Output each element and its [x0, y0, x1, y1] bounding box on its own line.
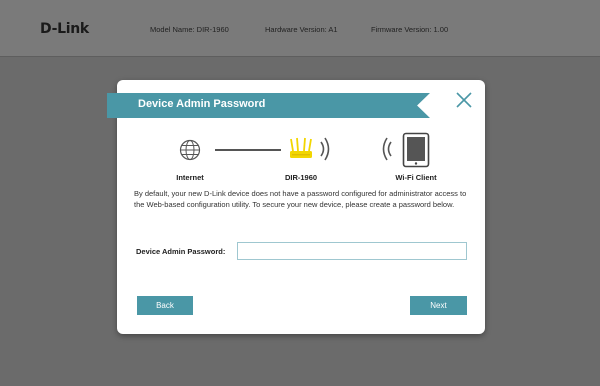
router-signal-icon: [320, 137, 330, 161]
password-label: Device Admin Password:: [136, 247, 226, 256]
client-label: Wi-Fi Client: [395, 173, 437, 182]
tablet-icon: [402, 132, 430, 168]
router-label: DIR-1960: [284, 173, 318, 182]
dialog-description: By default, your new D-Link device does …: [134, 189, 467, 209]
dlink-logo: D-Link: [40, 21, 89, 37]
internet-label: Internet: [176, 173, 204, 182]
router-icon: [290, 137, 312, 158]
globe-icon: [179, 139, 201, 161]
close-icon[interactable]: [455, 91, 473, 109]
connection-line: [215, 149, 281, 151]
connection-diagram: Internet DIR-1960 Wi-Fi Client: [117, 130, 485, 190]
top-bar: D-Link Model Name: DIR-1960 Hardware Ver…: [0, 0, 600, 57]
hardware-version: Hardware Version: A1: [265, 25, 338, 34]
firmware-version: Firmware Version: 1.00: [371, 25, 449, 34]
back-button[interactable]: Back: [137, 296, 193, 315]
next-button[interactable]: Next: [410, 296, 467, 315]
dialog-title: Device Admin Password: [138, 98, 266, 110]
admin-password-input[interactable]: [237, 242, 467, 260]
wifi-signal-icon: [382, 137, 392, 161]
model-name: Model Name: DIR-1960: [150, 25, 229, 34]
admin-password-dialog: Device Admin Password Internet DIR-1960 …: [107, 80, 485, 334]
